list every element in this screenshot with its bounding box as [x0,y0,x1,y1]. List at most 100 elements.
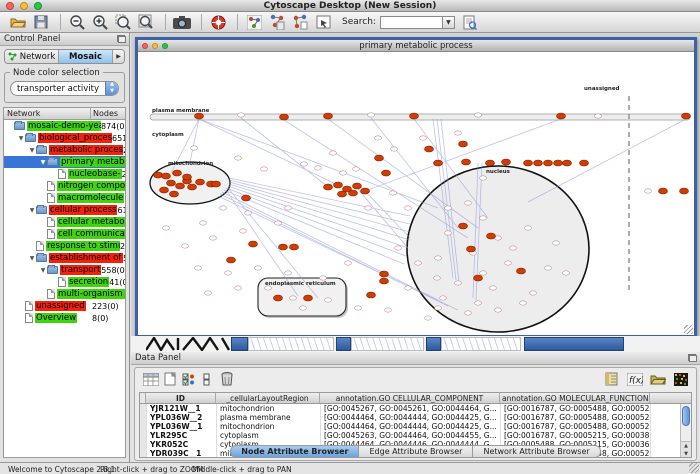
network-node[interactable] [445,206,452,210]
background-window-strip[interactable] [146,337,231,351]
network-node[interactable] [410,113,419,119]
network-node[interactable] [154,172,163,178]
network-node[interactable] [434,276,441,280]
network-node[interactable] [249,241,258,247]
network-node[interactable] [325,298,332,302]
network-node[interactable] [475,113,482,117]
background-window-edge[interactable] [336,337,351,351]
network-node[interactable] [334,182,343,188]
tab-edge-attribute-browser[interactable]: Edge Attribute Browser [359,445,473,458]
column-header-molecular-function[interactable]: annotation.GO MOLECULAR_FUNCTION [500,393,650,403]
network-node[interactable] [435,256,442,260]
network-node[interactable] [349,190,358,196]
network-node[interactable] [487,233,496,239]
new-attribute-icon[interactable] [160,371,179,388]
tab-network[interactable]: Network [5,50,59,63]
tree-row[interactable]: cellular metabo209(0) [4,216,125,228]
network-node[interactable] [405,286,412,290]
network-graph[interactable]: plasma membranecytoplasmmitochondrionnuc… [138,52,694,335]
layout-icon[interactable] [290,13,310,31]
network-node[interactable] [196,179,205,185]
function-builder-icon[interactable]: f(x) [625,371,644,388]
network-node[interactable] [238,113,245,117]
network-node[interactable] [235,156,242,160]
network-node[interactable] [510,246,517,250]
network-node[interactable] [338,191,347,197]
network-edge[interactable] [229,182,410,232]
network-node[interactable] [425,316,432,320]
network-node[interactable] [395,246,402,250]
table-row[interactable]: YJR121W__1mitochondrion[GO:0045267, GO:0… [140,404,691,413]
vizmapper-icon[interactable] [267,13,287,31]
network-node[interactable] [245,211,252,215]
network-node[interactable] [188,184,197,190]
network-node[interactable] [475,301,482,305]
network-node[interactable] [170,191,179,197]
network-node[interactable] [580,160,589,166]
network-node[interactable] [534,160,543,166]
zoom-selected-icon[interactable] [113,13,133,31]
tab-network-attribute-browser[interactable]: Network Attribute Browser [473,445,600,458]
expand-arrow-icon[interactable]: ▼ [28,207,36,214]
network-node[interactable] [459,223,468,229]
network-node[interactable] [557,113,566,119]
attribute-table-icon[interactable] [141,371,160,388]
tree-row[interactable]: response to stimulu264(0) [4,240,125,252]
network-edge[interactable] [241,118,328,187]
unselect-attributes-icon[interactable] [198,371,217,388]
network-node[interactable] [563,160,572,166]
network-node[interactable] [434,160,443,166]
tree-row[interactable]: multi-organism pro42(0) [4,288,125,300]
network-node[interactable] [480,176,487,180]
tree-row[interactable]: ▼biological_process651(0) [4,132,125,144]
background-window-strip[interactable] [441,337,521,351]
expand-arrow-icon[interactable]: ▼ [17,135,25,142]
network-node[interactable] [380,271,389,277]
tree-row[interactable]: nucleobase-209(0) [4,168,125,180]
tree-row[interactable]: ▼establishment of lo558(0) [4,252,125,264]
network-node[interactable] [160,187,169,193]
network-node[interactable] [195,266,202,270]
network-node[interactable] [261,167,268,171]
import-attributes-icon[interactable] [648,371,667,388]
network-node[interactable] [544,160,553,166]
network-node[interactable] [225,271,232,275]
expand-arrow-icon[interactable]: ▼ [28,255,36,262]
column-header-cellular-component[interactable]: annotation.GO CELLULAR_COMPONENT [320,393,500,403]
network-node[interactable] [462,159,471,165]
network-node[interactable] [235,286,242,290]
network-node[interactable] [220,206,227,210]
network-node[interactable] [465,311,472,315]
network-node[interactable] [495,308,502,312]
network-node[interactable] [324,113,333,119]
tab-node-attribute-browser[interactable]: Node Attribute Browser [230,445,359,458]
network-view-window[interactable]: primary metabolic process plasma membran… [135,37,697,338]
background-window-edge[interactable] [524,337,624,351]
network-node[interactable] [554,160,563,166]
network-window-titlebar[interactable]: primary metabolic process [138,40,694,52]
background-window-edge[interactable] [426,337,441,351]
search-input[interactable] [380,16,442,29]
float-panel-icon[interactable] [117,35,126,43]
scrollbar-thumb[interactable] [682,406,690,426]
network-node[interactable] [167,180,176,186]
network-node[interactable] [467,246,476,252]
table-row[interactable]: YPL036W__1mitochondrion[GO:0044464, GO:0… [140,422,691,431]
network-node[interactable] [285,271,292,275]
network-node[interactable] [301,162,308,166]
network-node[interactable] [486,160,495,166]
save-icon[interactable] [31,13,51,31]
network-node[interactable] [368,113,375,117]
network-node[interactable] [682,113,691,119]
network-node[interactable] [183,174,192,180]
network-node[interactable] [435,306,442,310]
network-node[interactable] [505,261,512,265]
network-node[interactable] [200,221,207,225]
zoom-in-icon[interactable] [90,13,110,31]
network-node[interactable] [290,296,297,300]
network-node[interactable] [480,216,487,220]
network-node[interactable] [645,189,652,193]
network-node[interactable] [163,226,170,230]
network-node[interactable] [440,296,447,300]
network-node[interactable] [279,244,288,250]
